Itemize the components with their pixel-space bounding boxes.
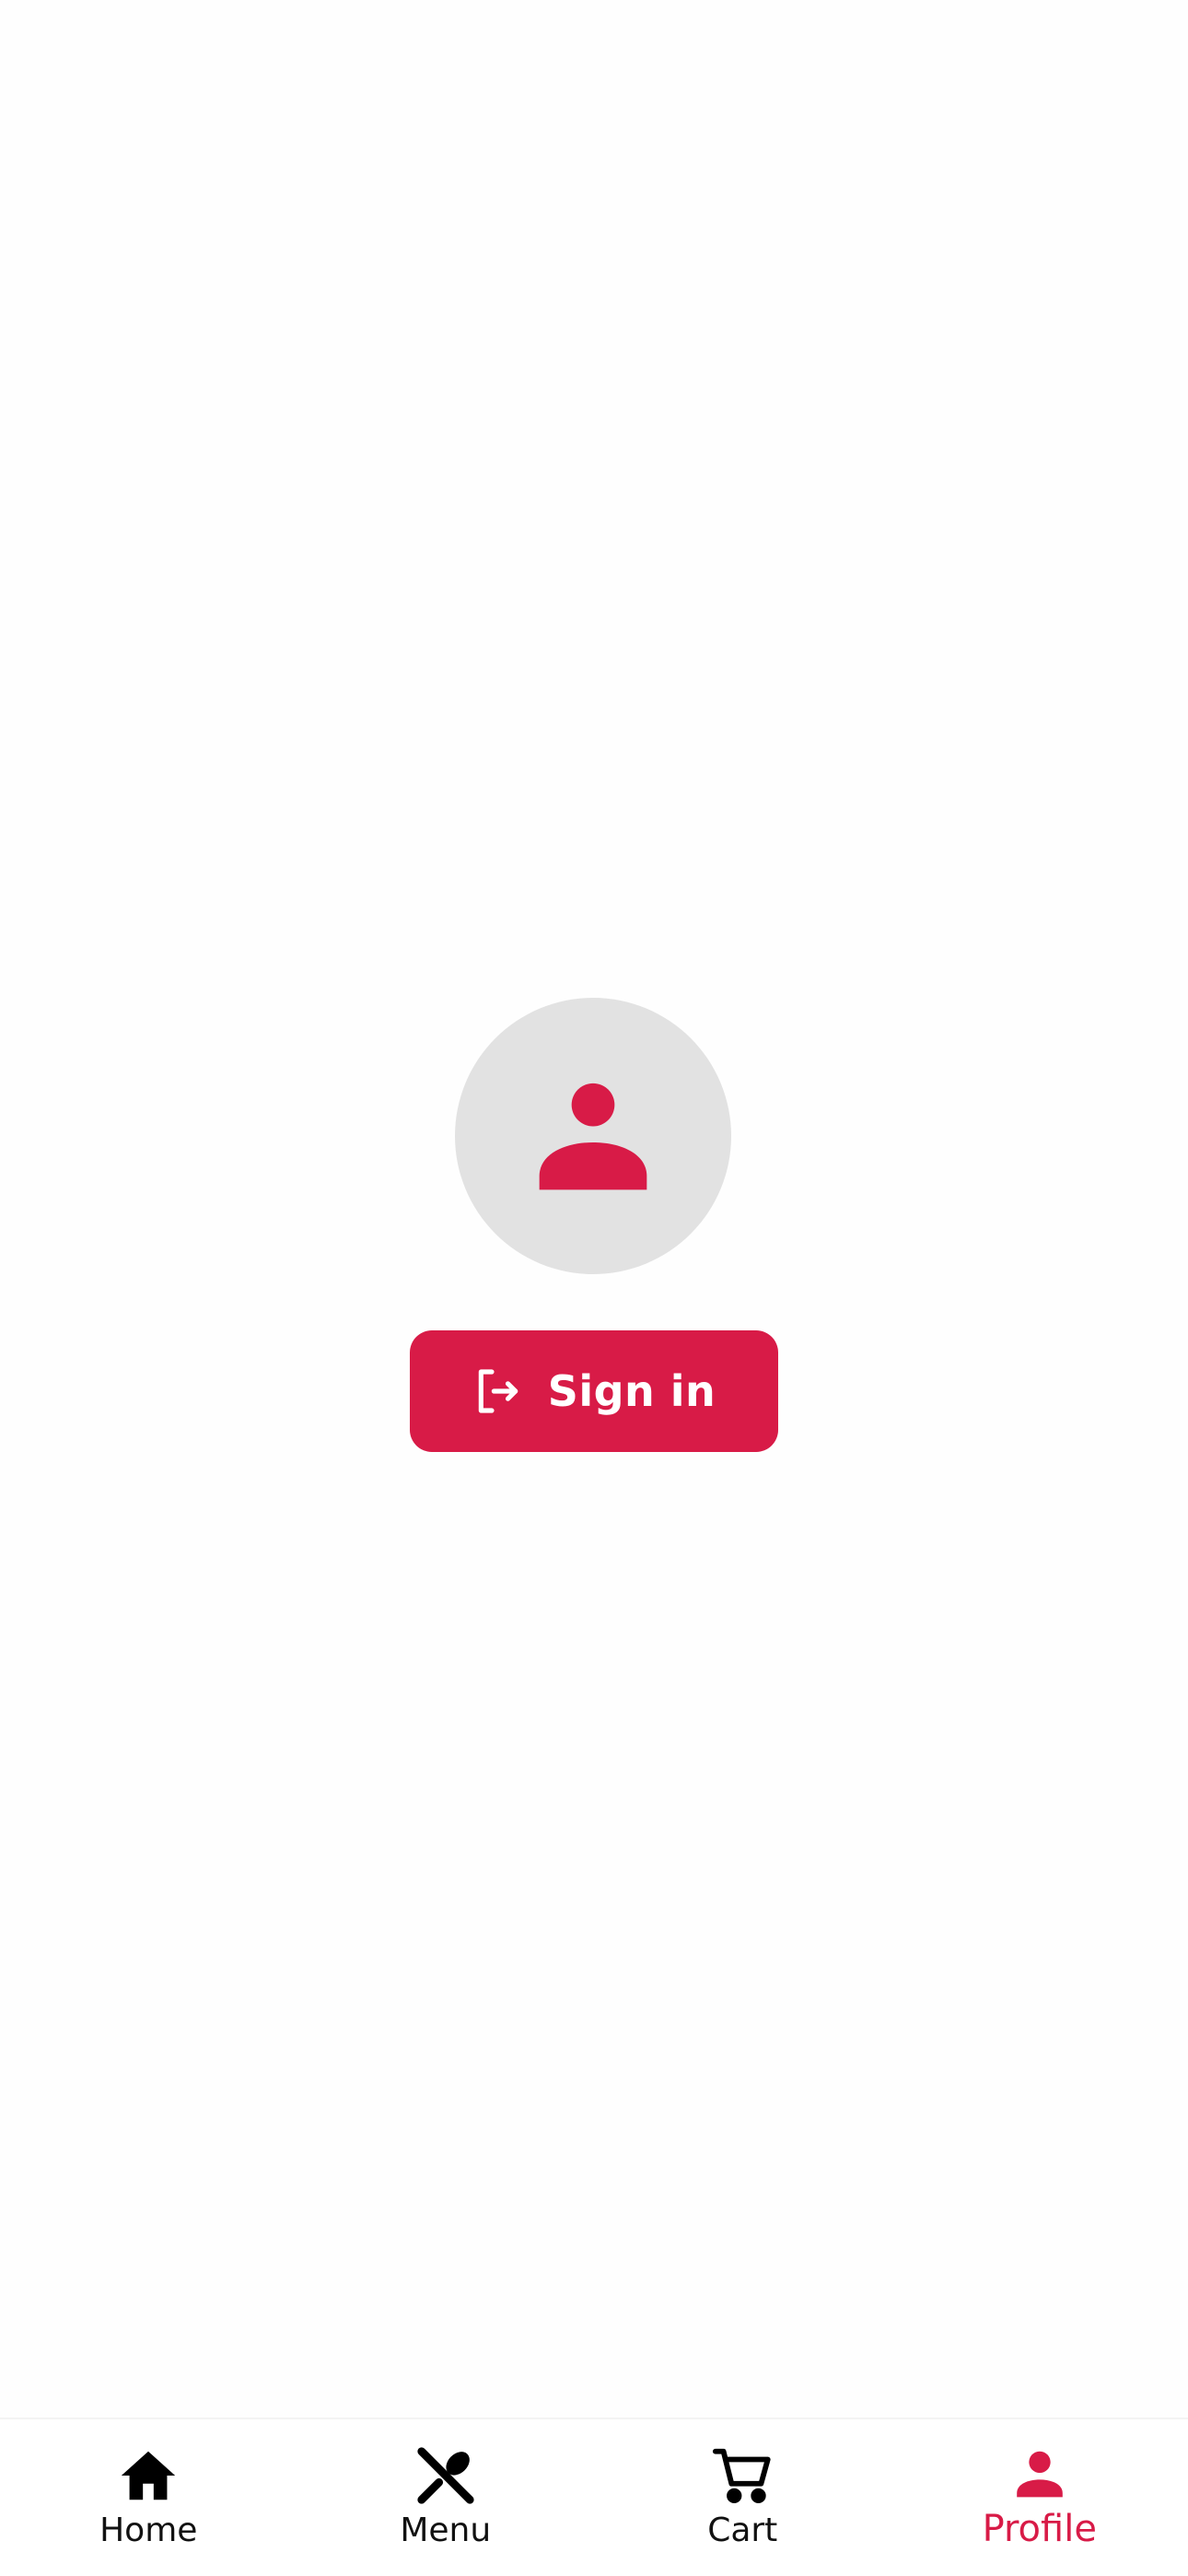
sign-in-button[interactable]: Sign in: [410, 1330, 778, 1452]
nav-item-menu[interactable]: Menu: [297, 2419, 595, 2576]
nav-label-menu: Menu: [400, 2512, 492, 2549]
nav-item-cart[interactable]: Cart: [594, 2419, 891, 2576]
person-icon: [539, 1083, 647, 1190]
nav-item-home[interactable]: Home: [0, 2419, 297, 2576]
avatar: [455, 998, 731, 1274]
cart-icon: [710, 2443, 775, 2508]
nav-label-profile: Profile: [982, 2508, 1097, 2550]
home-icon: [116, 2443, 181, 2508]
nav-item-profile[interactable]: Profile: [891, 2419, 1188, 2576]
login-icon: [472, 1365, 524, 1417]
nav-label-home: Home: [99, 2512, 198, 2549]
sign-in-label: Sign in: [547, 1366, 716, 1416]
nav-label-cart: Cart: [707, 2512, 778, 2549]
bottom-navigation: Home Menu Cart Profile: [0, 2418, 1188, 2576]
profile-screen: Sign in: [0, 0, 1188, 2418]
utensils-icon: [413, 2443, 478, 2508]
person-icon: [1007, 2443, 1072, 2508]
